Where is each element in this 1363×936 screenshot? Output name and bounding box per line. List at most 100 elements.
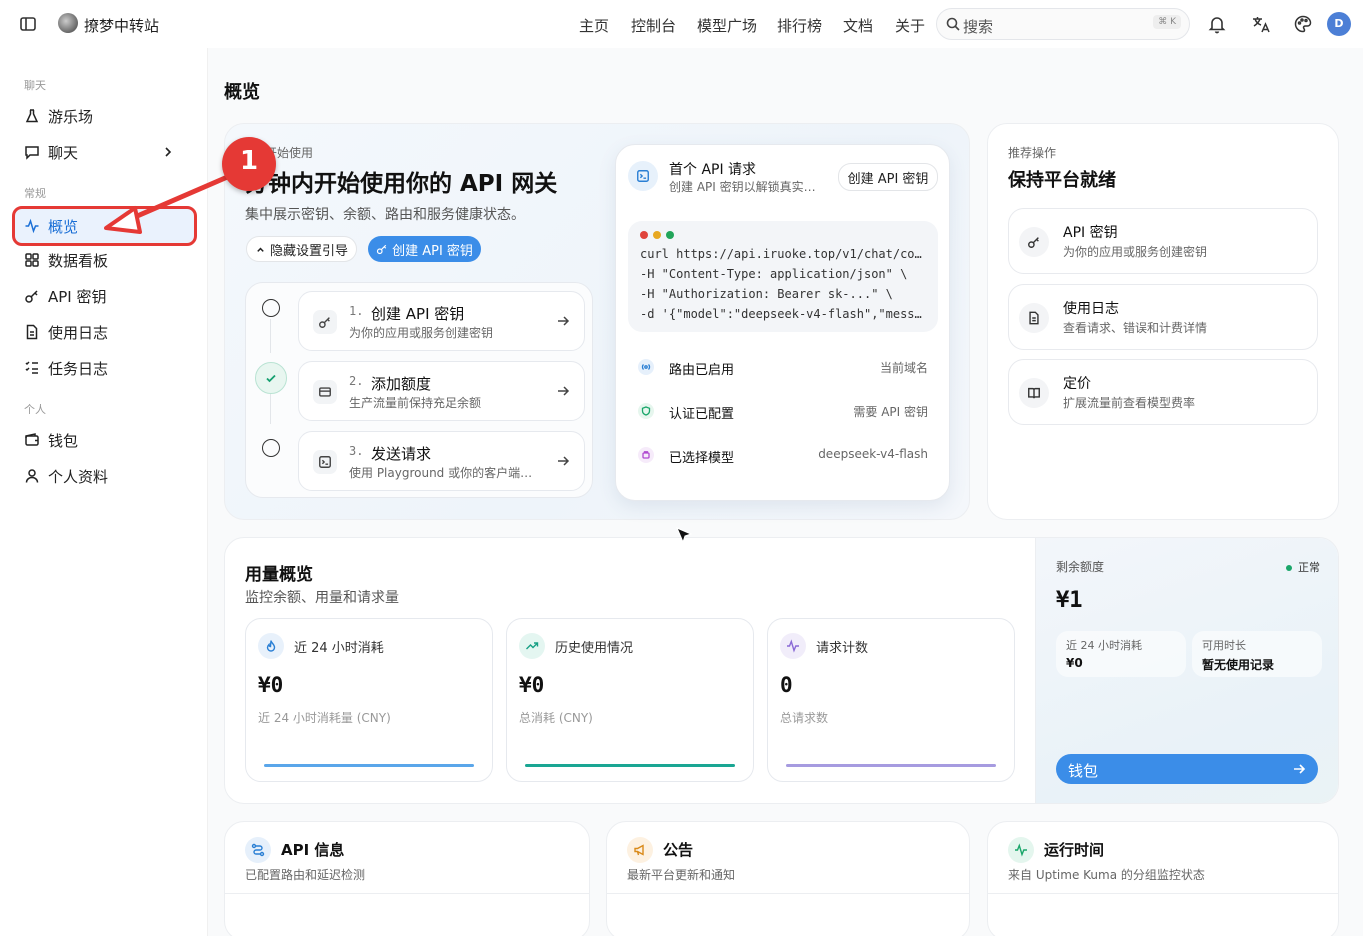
document-icon	[26, 324, 38, 340]
sidebar-item-usage-log[interactable]: 使用日志	[12, 316, 197, 348]
nav-leaderboard[interactable]: 排行榜	[777, 15, 822, 36]
metric-accent-bar	[525, 764, 735, 767]
step-send-request[interactable]: 3. 发送请求 使用 Playground 或你的客户端验证	[298, 431, 585, 491]
step-number: 3.	[349, 444, 364, 458]
translate-icon[interactable]	[1251, 14, 1271, 34]
nav-models[interactable]: 模型广场	[697, 15, 757, 36]
sidebar-item-dashboard[interactable]: 数据看板	[12, 244, 197, 276]
flame-icon	[258, 633, 284, 659]
usage-subtitle: 监控余额、用量和请求量	[245, 590, 399, 606]
create-api-key-secondary-button[interactable]: 创建 API 密钥	[838, 163, 938, 191]
megaphone-icon	[627, 837, 653, 863]
step-title: 添加额度	[371, 375, 432, 393]
action-usage-logs[interactable]: 使用日志 查看请求、错误和计费详情	[1008, 284, 1318, 350]
status-label: 路由已启用	[669, 363, 735, 378]
sidebar-item-playground[interactable]: 游乐场	[12, 100, 197, 132]
brand-logo[interactable]	[58, 13, 78, 33]
arrow-right-icon	[558, 316, 570, 326]
sidebar-item-profile[interactable]: 个人资料	[12, 460, 197, 492]
sidebar-section-general: 常规	[24, 187, 46, 200]
action-pricing[interactable]: 定价 扩展流量前查看模型费率	[1008, 359, 1318, 425]
step-connector	[270, 319, 271, 353]
metric-24h-consumption: 近 24 小时消耗 ¥0 近 24 小时消耗量 (CNY)	[245, 618, 493, 782]
sidebar-section-chat: 聊天	[24, 79, 46, 92]
status-value: 需要 API 密钥	[853, 405, 928, 419]
status-row-routing: 路由已启用 当前域名	[628, 349, 938, 385]
divider	[607, 893, 969, 894]
bell-icon[interactable]	[1207, 14, 1227, 34]
sidebar-item-label: 游乐场	[48, 107, 94, 126]
step-add-credit[interactable]: 2. 添加额度 生产流量前保持充足余额	[298, 361, 585, 421]
trending-up-icon	[519, 633, 545, 659]
getting-started-card: 开始使用 分钟内开始使用你的 API 网关 集中展示密钥、余额、路由和服务健康状…	[224, 123, 970, 520]
hide-guide-label: 隐藏设置引导	[269, 243, 348, 259]
sidebar-item-api-keys[interactable]: API 密钥	[12, 280, 197, 312]
step-number: 2.	[349, 374, 364, 388]
uptime-card: 运行时间 来自 Uptime Kuma 的分组监控状态	[987, 821, 1339, 936]
stat-label: 可用时长	[1202, 639, 1246, 652]
sidebar-toggle-icon[interactable]	[18, 14, 38, 34]
sidebar-item-wallet[interactable]: 钱包	[12, 424, 197, 456]
window-dot-yellow	[653, 231, 661, 239]
sidebar-item-label: 钱包	[48, 431, 79, 450]
metric-label: 请求计数	[816, 641, 869, 656]
page-title: 概览	[224, 82, 260, 103]
palette-icon[interactable]	[1293, 14, 1313, 34]
sidebar-item-task-log[interactable]: 任务日志	[12, 352, 197, 384]
metric-label: 历史使用情况	[555, 641, 634, 656]
activity-icon	[1008, 837, 1034, 863]
code-line: curl https://api.iruoke.top/v1/chat/co…	[640, 247, 922, 261]
action-api-keys[interactable]: API 密钥 为你的应用或服务创建密钥	[1008, 208, 1318, 274]
main-content: 概览 开始使用 分钟内开始使用你的 API 网关 集中展示密钥、余额、路由和服务…	[208, 48, 1363, 936]
brand-name[interactable]: 撩梦中转站	[84, 15, 159, 36]
metric-value: ¥0	[519, 673, 545, 697]
step-2-check-icon	[255, 362, 287, 394]
search-input[interactable]: 搜索 ⌘ K	[936, 8, 1190, 40]
nav-home[interactable]: 主页	[579, 15, 609, 36]
key-icon	[313, 310, 337, 334]
action-desc: 为你的应用或服务创建密钥	[1063, 245, 1208, 259]
api-info-card: API 信息 已配置路由和延迟检测	[224, 821, 590, 936]
action-desc: 查看请求、错误和计费详情	[1063, 321, 1208, 335]
hide-guide-button[interactable]: 隐藏设置引导	[246, 236, 357, 262]
window-dot-red	[640, 231, 648, 239]
annotation-step-badge: 1	[222, 137, 276, 191]
action-desc: 扩展流量前查看模型费率	[1063, 396, 1196, 410]
announcements-card: 公告 最新平台更新和通知	[606, 821, 970, 936]
search-placeholder: 搜索	[963, 18, 994, 36]
sidebar-item-label: 数据看板	[48, 251, 109, 270]
wallet-button[interactable]: 钱包	[1056, 754, 1318, 784]
recommended-actions-card: 推荐操作 保持平台就绪 API 密钥 为你的应用或服务创建密钥 使用日志 查看请…	[987, 123, 1339, 520]
metric-footnote: 总请求数	[780, 711, 829, 725]
avatar[interactable]: D	[1327, 12, 1351, 36]
stat-value: ¥0	[1066, 656, 1083, 670]
sidebar-item-chat[interactable]: 聊天	[12, 136, 197, 168]
step-create-api-key[interactable]: 1. 创建 API 密钥 为你的应用或服务创建密钥	[298, 291, 585, 351]
code-snippet[interactable]: curl https://api.iruoke.top/v1/chat/co… …	[628, 221, 938, 332]
credit-card-icon	[313, 380, 337, 404]
card-desc: 已配置路由和延迟检测	[245, 868, 366, 882]
sidebar-item-overview[interactable]: 概览	[12, 206, 197, 246]
shield-check-icon	[638, 403, 654, 419]
create-api-key-button[interactable]: 创建 API 密钥	[368, 236, 481, 262]
card-desc: 来自 Uptime Kuma 的分组监控状态	[1008, 868, 1205, 882]
key-icon	[25, 290, 38, 303]
sidebar-item-label: 使用日志	[48, 323, 109, 342]
arrow-right-icon	[558, 456, 570, 466]
status-label: 已选择模型	[669, 451, 735, 466]
nav-console[interactable]: 控制台	[631, 15, 676, 36]
chevron-right-icon	[165, 147, 172, 157]
create-api-key-label: 创建 API 密钥	[392, 243, 473, 259]
balance-stat-24h: 近 24 小时消耗 ¥0	[1056, 631, 1186, 677]
step-3-status-icon	[262, 439, 280, 457]
key-icon	[1019, 227, 1049, 257]
checklist-icon	[25, 361, 38, 374]
mouse-cursor-icon	[676, 527, 693, 544]
nav-about[interactable]: 关于	[895, 15, 925, 36]
nav-docs[interactable]: 文档	[843, 15, 873, 36]
card-title: API 信息	[281, 841, 345, 859]
status-label: 认证已配置	[669, 407, 735, 422]
getting-started-title: 分钟内开始使用你的 API 网关	[245, 171, 558, 197]
book-icon	[1019, 378, 1049, 408]
terminal-icon	[313, 450, 337, 474]
